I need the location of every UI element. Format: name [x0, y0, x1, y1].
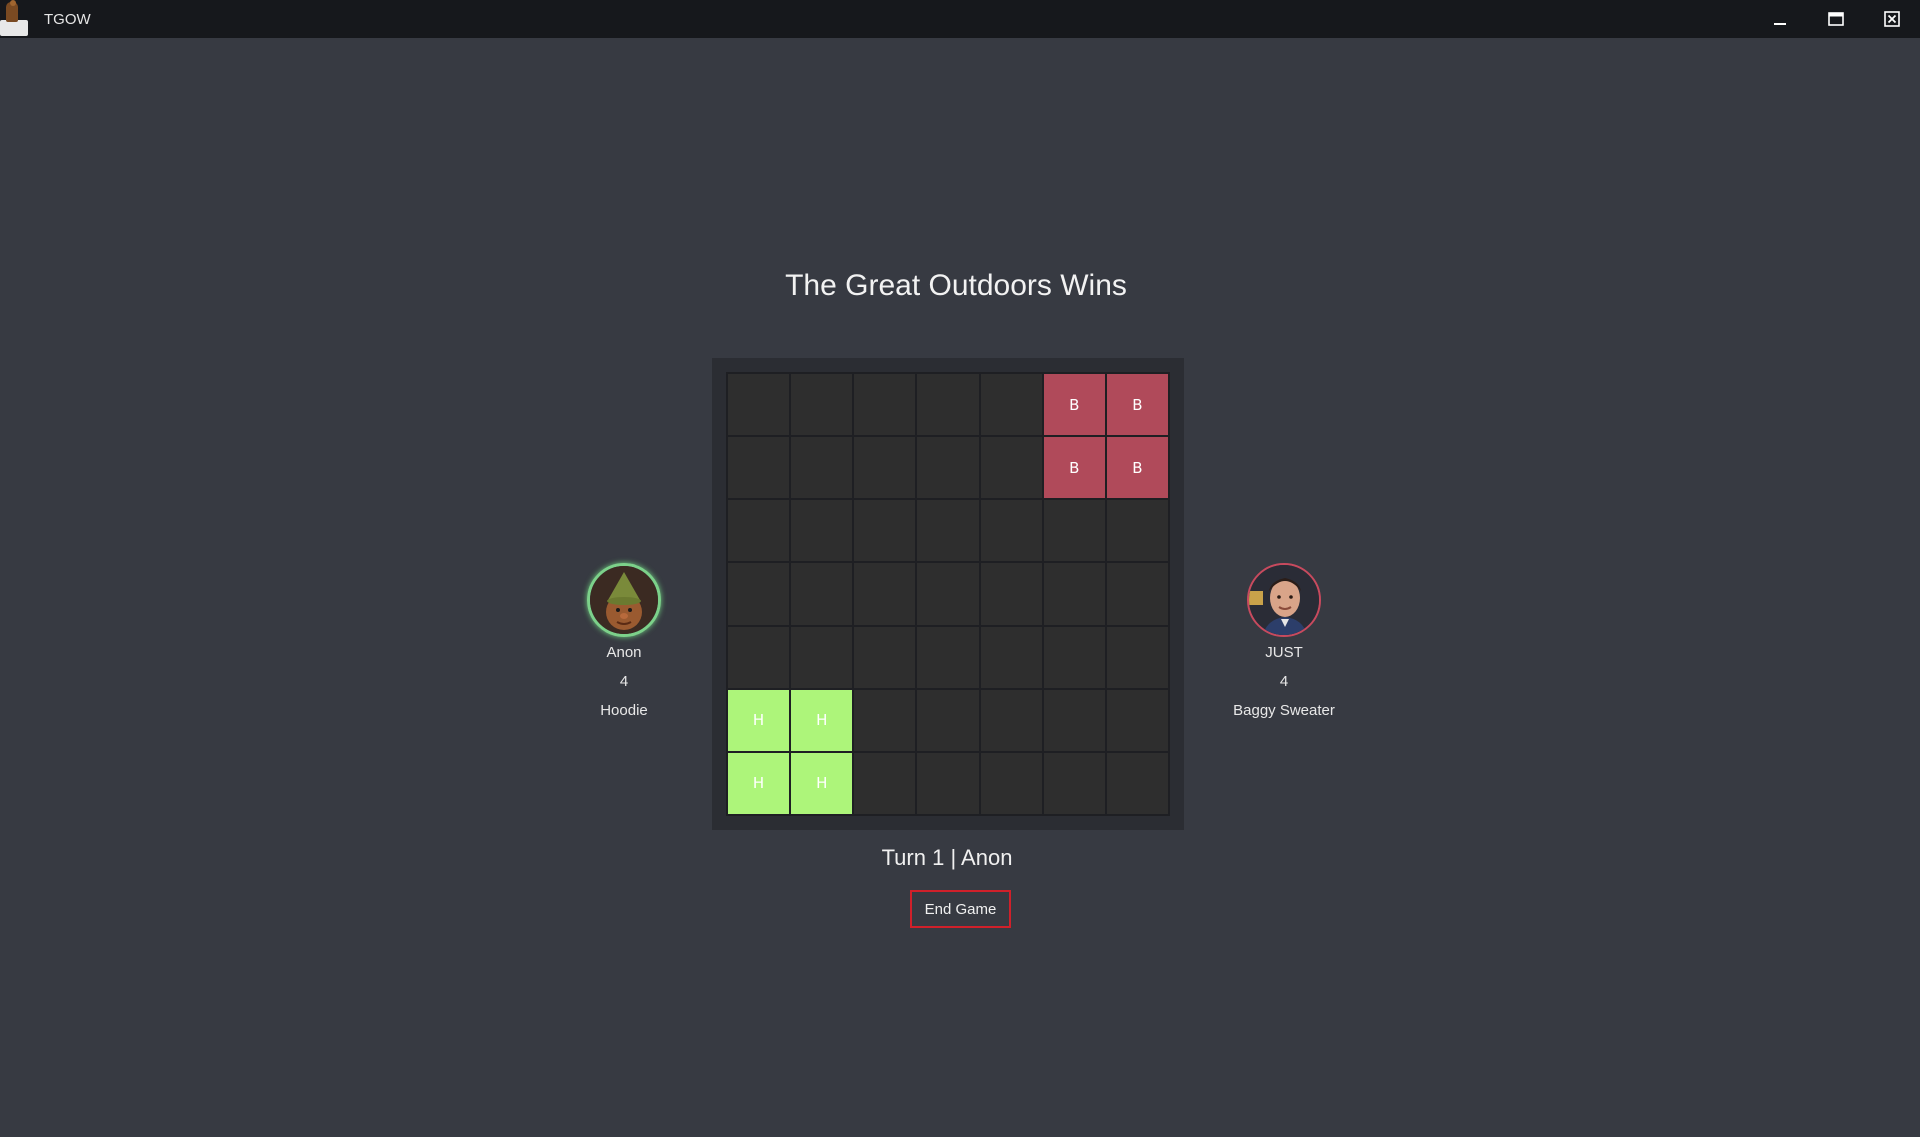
board-cell[interactable]: B	[1043, 374, 1105, 436]
board-cell[interactable]	[1106, 500, 1168, 562]
board-cell[interactable]	[1043, 500, 1105, 562]
maximize-button[interactable]	[1808, 0, 1864, 38]
board-cell[interactable]: H	[791, 752, 853, 814]
board-cell[interactable]	[1043, 626, 1105, 688]
board-cell[interactable]	[1043, 689, 1105, 751]
board-cell[interactable]	[1043, 752, 1105, 814]
player-item: Hoodie	[600, 702, 648, 719]
board-cell[interactable]	[854, 689, 916, 751]
board-cell[interactable]: B	[1106, 374, 1168, 436]
board-cell[interactable]	[791, 626, 853, 688]
board-cell[interactable]	[791, 374, 853, 436]
board-cell[interactable]	[1106, 689, 1168, 751]
maximize-icon	[1828, 12, 1844, 26]
board-cell[interactable]: B	[1106, 437, 1168, 499]
player-panel-right: JUST 4 Baggy Sweater	[1204, 563, 1364, 719]
board-cell[interactable]: B	[1043, 437, 1105, 499]
board-cell[interactable]	[917, 689, 979, 751]
window-controls	[1752, 0, 1920, 38]
board-cell[interactable]	[980, 626, 1042, 688]
player-name: JUST	[1265, 644, 1303, 661]
board-cell[interactable]	[854, 752, 916, 814]
board-cell[interactable]	[917, 752, 979, 814]
board-cell[interactable]	[854, 563, 916, 625]
player-score: 4	[1279, 673, 1289, 690]
player-name: Anon	[606, 644, 642, 661]
board-cell[interactable]	[917, 563, 979, 625]
board-cell[interactable]	[917, 500, 979, 562]
board-cell[interactable]	[1106, 626, 1168, 688]
board-cell[interactable]	[854, 626, 916, 688]
board-cell[interactable]	[980, 689, 1042, 751]
board-cell[interactable]	[728, 626, 790, 688]
board-cell[interactable]	[1106, 752, 1168, 814]
board-cell[interactable]	[1043, 563, 1105, 625]
close-button[interactable]	[1864, 0, 1920, 38]
close-icon	[1884, 11, 1900, 27]
board-cell[interactable]	[917, 374, 979, 436]
board-cell[interactable]	[917, 626, 979, 688]
board-cell[interactable]	[980, 563, 1042, 625]
app-logo-icon	[0, 0, 30, 38]
game-board-container: BBBB HHHH	[712, 358, 1184, 830]
board-cell[interactable]	[791, 500, 853, 562]
board-cell[interactable]	[980, 437, 1042, 499]
board-cell[interactable]	[791, 437, 853, 499]
player-score: 4	[619, 673, 629, 690]
game-title: The Great Outdoors Wins	[785, 269, 1127, 302]
board-cell[interactable]: H	[728, 752, 790, 814]
board-cell[interactable]	[728, 374, 790, 436]
board-cell[interactable]	[980, 374, 1042, 436]
minimize-icon	[1774, 23, 1786, 25]
board-cell[interactable]	[917, 437, 979, 499]
board-cell[interactable]	[980, 500, 1042, 562]
board-cell[interactable]	[854, 500, 916, 562]
minimize-button[interactable]	[1752, 0, 1808, 38]
player-avatar-anon	[587, 563, 661, 637]
board-cell[interactable]	[791, 563, 853, 625]
end-game-button[interactable]: End Game	[910, 890, 1011, 928]
turn-indicator: Turn 1 | Anon	[881, 845, 1013, 870]
board-cell[interactable]	[854, 374, 916, 436]
board-cell[interactable]	[728, 563, 790, 625]
player-panel-left: Anon 4 Hoodie	[544, 563, 704, 719]
board-cell[interactable]: H	[728, 689, 790, 751]
board-cell[interactable]	[980, 752, 1042, 814]
game-board: BBBB HHHH	[726, 372, 1170, 816]
board-cell[interactable]	[854, 437, 916, 499]
player-avatar-just	[1247, 563, 1321, 637]
board-cell[interactable]	[728, 500, 790, 562]
player-item: Baggy Sweater	[1233, 702, 1335, 719]
title-bar: TGOW	[0, 0, 1920, 38]
board-cell[interactable]: H	[791, 689, 853, 751]
board-cell[interactable]	[728, 437, 790, 499]
window-title: TGOW	[44, 10, 91, 28]
board-cell[interactable]	[1106, 563, 1168, 625]
